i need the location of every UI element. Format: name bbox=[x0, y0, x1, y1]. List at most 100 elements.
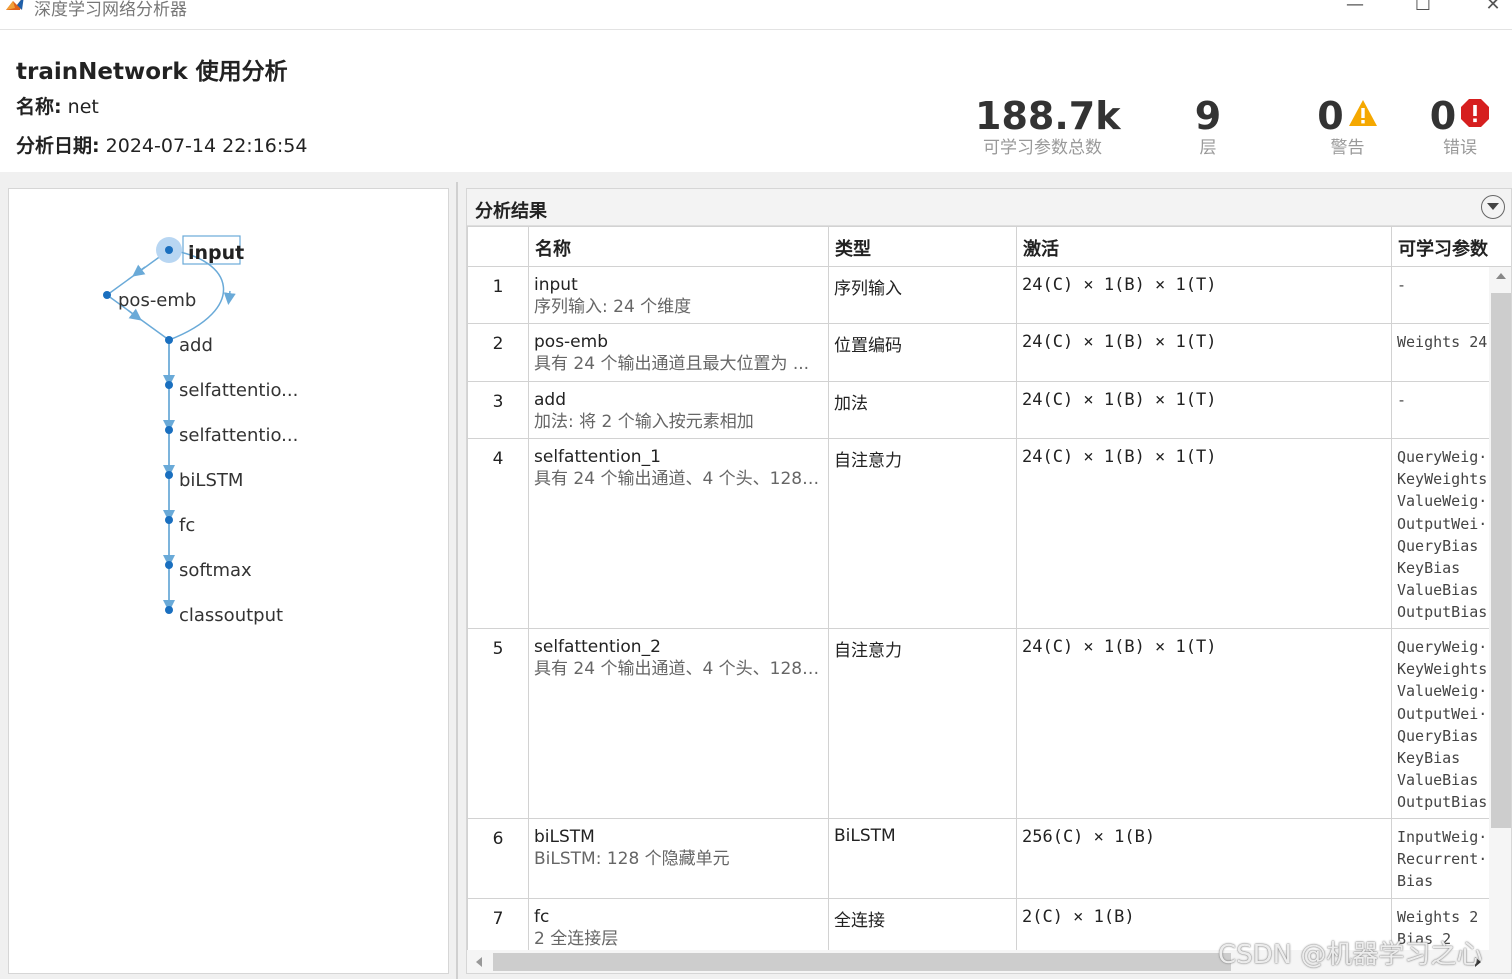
stat-learnable-params: 188.7k 可学习参数总数 bbox=[975, 94, 1120, 158]
error-icon bbox=[1461, 98, 1490, 127]
warnings-label: 警告 bbox=[1330, 138, 1365, 158]
layer-description: 序列输入: 24 个维度 bbox=[534, 297, 692, 317]
graph-node-selfattention-2[interactable] bbox=[165, 426, 173, 434]
stat-warnings[interactable]: 0 警告 bbox=[1300, 94, 1395, 158]
layer-description: BiLSTM: 128 个隐藏单元 bbox=[534, 849, 730, 869]
layer-activations: 256(C) × 1(B) bbox=[1016, 818, 1392, 899]
minimize-button[interactable]: — bbox=[1340, 0, 1370, 15]
stat-errors[interactable]: 0 错误 bbox=[1420, 94, 1500, 158]
layer-type: 自注意力 bbox=[828, 628, 1017, 819]
layer-name: pos-emb bbox=[534, 332, 608, 352]
graph-node-add[interactable] bbox=[165, 336, 173, 344]
vertical-scrollbar[interactable] bbox=[1489, 267, 1511, 950]
graph-label-fc[interactable]: fc bbox=[179, 515, 195, 536]
layer-description: 具有 24 个输出通道、4 个头、128 ... bbox=[534, 659, 823, 679]
layer-name: selfattention_2 bbox=[534, 637, 661, 657]
graph-node-softmax[interactable] bbox=[165, 561, 173, 569]
analysis-results-panel: 分析结果 名称 类型 激活 可学习参数 1 input 序列输入: 24 个维度 … bbox=[466, 188, 1512, 974]
layer-name-cell: input 序列输入: 24 个维度 bbox=[528, 266, 829, 324]
table-row[interactable]: 4 selfattention_1 具有 24 个输出通道、4 个头、128 ..… bbox=[467, 438, 1511, 629]
graph-label-input[interactable]: input bbox=[188, 242, 244, 264]
layer-name: input bbox=[534, 275, 578, 295]
row-index: 6 bbox=[467, 818, 529, 899]
errors-count: 0 bbox=[1429, 94, 1457, 138]
col-header-activations[interactable]: 激活 bbox=[1016, 226, 1392, 267]
matlab-logo-icon bbox=[6, 0, 24, 10]
title-bar: 深度学习网络分析器 — ☐ ✕ bbox=[0, 0, 1512, 30]
window-title: 深度学习网络分析器 bbox=[34, 0, 187, 20]
layer-description: 加法: 将 2 个输入按元素相加 bbox=[534, 412, 754, 432]
graph-node-bilstm[interactable] bbox=[165, 471, 173, 479]
graph-node-classoutput[interactable] bbox=[165, 606, 173, 614]
watermark: CSDN @机器学习之心 bbox=[1218, 940, 1483, 970]
name-value: net bbox=[67, 96, 99, 118]
chevron-down-icon bbox=[1487, 203, 1499, 210]
col-header-type[interactable]: 类型 bbox=[828, 226, 1017, 267]
layer-description: 具有 24 个输出通道且最大位置为 ... bbox=[534, 354, 810, 374]
layer-name-cell: pos-emb 具有 24 个输出通道且最大位置为 ... bbox=[528, 323, 829, 382]
close-button[interactable]: ✕ bbox=[1478, 0, 1508, 15]
layer-description: 2 全连接层 bbox=[534, 929, 619, 949]
scroll-left-arrow-icon[interactable] bbox=[476, 957, 482, 967]
network-graph-panel[interactable]: input pos-emb add selfattentio... selfat… bbox=[8, 188, 449, 974]
graph-label-softmax[interactable]: softmax bbox=[179, 560, 252, 581]
table-row[interactable]: 2 pos-emb 具有 24 个输出通道且最大位置为 ... 位置编码 24(C… bbox=[467, 323, 1511, 382]
warning-icon bbox=[1348, 99, 1377, 126]
maximize-button[interactable]: ☐ bbox=[1408, 0, 1438, 15]
graph-label-add[interactable]: add bbox=[179, 335, 213, 356]
layer-activations: 24(C) × 1(B) × 1(T) bbox=[1016, 628, 1392, 819]
layer-activations: 24(C) × 1(B) × 1(T) bbox=[1016, 381, 1392, 439]
table-row[interactable]: 6 biLSTM BiLSTM: 128 个隐藏单元 BiLSTM 256(C) … bbox=[467, 818, 1511, 899]
layer-type: 自注意力 bbox=[828, 438, 1017, 629]
collapse-button[interactable] bbox=[1481, 195, 1505, 219]
page-title: trainNetwork 使用分析 bbox=[16, 59, 288, 85]
col-header-learnables[interactable]: 可学习参数 bbox=[1391, 226, 1511, 267]
layer-name-cell: biLSTM BiLSTM: 128 个隐藏单元 bbox=[528, 818, 829, 899]
layer-name: selfattention_1 bbox=[534, 447, 661, 467]
layer-graph[interactable]: input pos-emb add selfattentio... selfat… bbox=[9, 189, 450, 975]
graph-node-input[interactable] bbox=[165, 246, 173, 254]
graph-label-selfattention-2[interactable]: selfattentio... bbox=[179, 425, 298, 446]
layers-label: 层 bbox=[1199, 138, 1217, 158]
col-header-name[interactable]: 名称 bbox=[528, 226, 829, 267]
panel-splitter[interactable] bbox=[456, 182, 458, 979]
table-row[interactable]: 1 input 序列输入: 24 个维度 序列输入 24(C) × 1(B) × … bbox=[467, 266, 1511, 324]
table-row[interactable]: 5 selfattention_2 具有 24 个输出通道、4 个头、128 ..… bbox=[467, 628, 1511, 819]
col-header-index bbox=[467, 226, 529, 267]
graph-node-fc[interactable] bbox=[165, 516, 173, 524]
horizontal-scroll-thumb[interactable] bbox=[493, 953, 1231, 971]
layers-count: 9 bbox=[1194, 94, 1222, 138]
scroll-up-arrow-icon[interactable] bbox=[1496, 273, 1506, 279]
results-title: 分析结果 bbox=[475, 201, 547, 222]
layer-name: biLSTM bbox=[534, 827, 595, 847]
results-header: 分析结果 bbox=[467, 189, 1511, 226]
stat-layers: 9 层 bbox=[1168, 94, 1248, 158]
row-index: 2 bbox=[467, 323, 529, 382]
layer-description: 具有 24 个输出通道、4 个头、128 ... bbox=[534, 469, 823, 489]
analysis-header: trainNetwork 使用分析 名称: net 分析日期: 2024-07-… bbox=[0, 30, 1512, 172]
layer-name-cell: selfattention_2 具有 24 个输出通道、4 个头、128 ... bbox=[528, 628, 829, 819]
graph-label-pos-emb[interactable]: pos-emb bbox=[118, 290, 196, 311]
row-index: 5 bbox=[467, 628, 529, 819]
table-row[interactable]: 3 add 加法: 将 2 个输入按元素相加 加法 24(C) × 1(B) × … bbox=[467, 381, 1511, 439]
table-header-row: 名称 类型 激活 可学习参数 bbox=[467, 226, 1511, 267]
warnings-count: 0 bbox=[1317, 94, 1344, 138]
layer-activations: 24(C) × 1(B) × 1(T) bbox=[1016, 438, 1392, 629]
date-value: 2024-07-14 22:16:54 bbox=[105, 135, 308, 157]
layer-name: fc bbox=[534, 907, 550, 927]
layers-table: 名称 类型 激活 可学习参数 1 input 序列输入: 24 个维度 序列输入 … bbox=[467, 226, 1511, 959]
vertical-scroll-thumb[interactable] bbox=[1491, 293, 1511, 828]
errors-label: 错误 bbox=[1443, 138, 1477, 158]
graph-label-classoutput[interactable]: classoutput bbox=[179, 605, 283, 626]
network-name-row: 名称: net bbox=[16, 92, 99, 119]
layer-type: 加法 bbox=[828, 381, 1017, 439]
graph-node-pos-emb[interactable] bbox=[103, 291, 111, 299]
layer-type: 位置编码 bbox=[828, 323, 1017, 382]
graph-label-selfattention-1[interactable]: selfattentio... bbox=[179, 380, 298, 401]
layer-name-cell: add 加法: 将 2 个输入按元素相加 bbox=[528, 381, 829, 439]
row-index: 4 bbox=[467, 438, 529, 629]
layer-type: BiLSTM bbox=[828, 818, 1017, 899]
analysis-date-row: 分析日期: 2024-07-14 22:16:54 bbox=[16, 131, 307, 158]
graph-label-bilstm[interactable]: biLSTM bbox=[179, 470, 243, 491]
graph-node-selfattention-1[interactable] bbox=[165, 381, 173, 389]
